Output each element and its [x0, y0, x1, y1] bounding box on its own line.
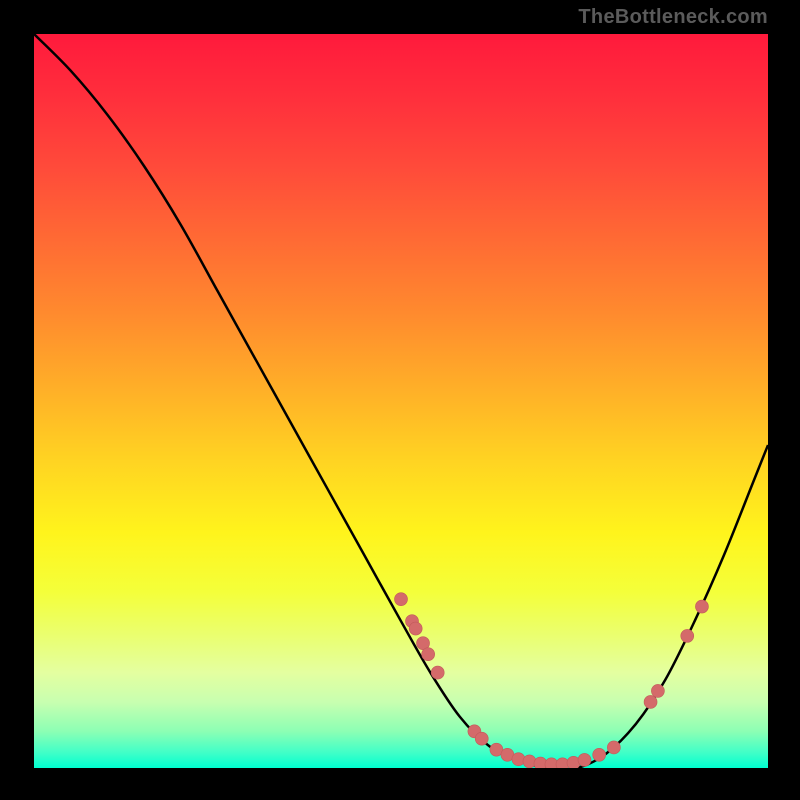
watermark-text: TheBottleneck.com [578, 6, 768, 29]
curve-marker [644, 695, 657, 708]
curve-marker [409, 622, 422, 635]
chart-stage: TheBottleneck.com [0, 0, 800, 800]
curve-marker [422, 648, 435, 661]
curve-marker [651, 684, 664, 697]
curve-marker [395, 593, 408, 606]
curve-marker [475, 732, 488, 745]
curve-marker [695, 600, 708, 613]
curve-markers [34, 34, 768, 768]
curve-marker [607, 741, 620, 754]
curve-marker [512, 753, 525, 766]
curve-marker [681, 629, 694, 642]
curve-marker [431, 666, 444, 679]
marker-group [395, 593, 709, 768]
curve-marker [578, 753, 591, 766]
plot-area [34, 34, 768, 768]
curve-marker [523, 755, 536, 768]
curve-marker [593, 748, 606, 761]
